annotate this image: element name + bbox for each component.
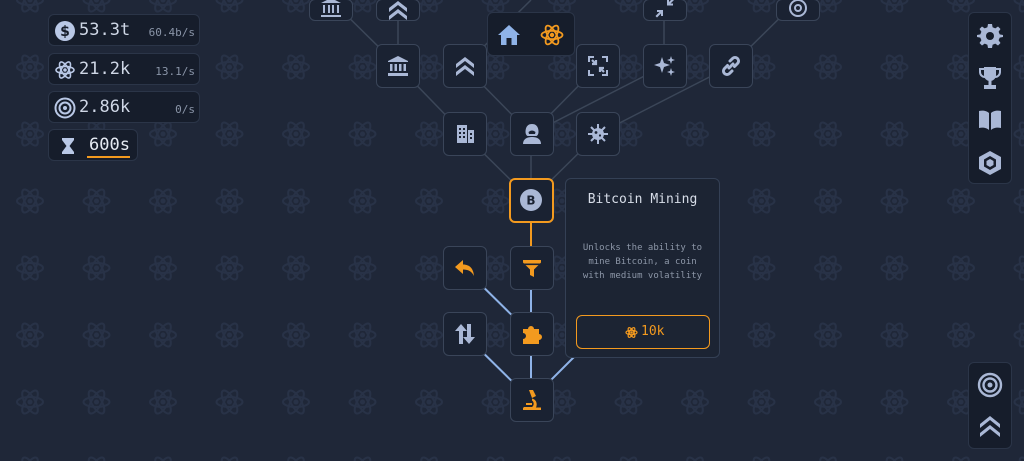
tree-node-upgrade-top[interactable]	[376, 0, 420, 21]
tree-node-shrink-top[interactable]	[643, 0, 687, 21]
bank-icon	[321, 0, 341, 17]
tree-node-virus[interactable]	[576, 112, 620, 156]
tooltip-description: Unlocks the ability to mine Bitcoin, a c…	[582, 243, 703, 281]
tree-node-upgrade[interactable]	[443, 44, 487, 88]
bitcoin-icon: B	[520, 189, 542, 211]
tree-node-compress[interactable]	[576, 44, 620, 88]
link-icon	[721, 55, 741, 77]
virus-icon	[588, 124, 608, 144]
target-circle-icon	[54, 97, 76, 119]
tree-node-puzzle[interactable]	[510, 312, 554, 356]
money-counter: $ 53.3t 60.4b/s	[48, 14, 200, 46]
chevrons-up-icon	[456, 57, 474, 76]
up-down-arrows-icon	[455, 324, 475, 344]
side-menu-bottom	[968, 362, 1012, 449]
atom-icon	[55, 61, 75, 79]
research-rate: 13.1/s	[155, 65, 195, 78]
tree-node-bank-top[interactable]	[309, 0, 353, 21]
sparkles-icon	[654, 56, 675, 76]
buy-upgrade-button[interactable]: 10k	[576, 315, 710, 349]
crosshair-icon	[789, 0, 807, 17]
compress-icon	[588, 56, 608, 76]
funnel-icon	[523, 260, 541, 277]
atom-icon	[625, 327, 638, 338]
money-rate: 60.4b/s	[148, 26, 195, 39]
tree-node-hacker[interactable]	[510, 112, 554, 156]
tooltip-title: Bitcoin Mining	[587, 192, 698, 207]
chevrons-up-icon	[389, 1, 407, 20]
microscope-icon	[523, 390, 541, 410]
research-value: 21.2k	[79, 59, 131, 79]
hourglass-icon	[62, 138, 74, 154]
tree-node-bank[interactable]	[376, 44, 420, 88]
settings-icon[interactable]	[977, 23, 1003, 49]
tree-node-transfer[interactable]	[443, 312, 487, 356]
shield-icon[interactable]	[977, 150, 1003, 176]
side-menu	[968, 12, 1012, 184]
upgrade-tooltip: Bitcoin Mining Unlocks the ability to mi…	[565, 178, 720, 358]
target-circle-icon[interactable]	[977, 372, 1003, 398]
svg-text:$: $	[60, 24, 70, 40]
trophy-icon[interactable]	[977, 65, 1003, 91]
upgrade-cost: 10k	[641, 324, 665, 339]
tree-node-building[interactable]	[443, 112, 487, 156]
puzzle-piece-icon	[523, 326, 542, 344]
chevrons-up-icon[interactable]	[977, 413, 1003, 439]
tree-node-reply[interactable]	[443, 246, 487, 290]
home-icon[interactable]	[496, 22, 522, 48]
building-icon	[457, 125, 474, 143]
prestige-counter: 2.86k 0/s	[48, 91, 200, 123]
atom-icon[interactable]	[539, 22, 565, 48]
money-value: 53.3t	[79, 20, 131, 40]
book-icon[interactable]	[977, 107, 1003, 133]
research-counter: 21.2k 13.1/s	[48, 53, 200, 85]
tree-node-funnel[interactable]	[510, 246, 554, 290]
tree-node-link[interactable]	[709, 44, 753, 88]
timer-counter: 600s	[48, 129, 138, 161]
reply-arrow-icon	[455, 260, 474, 276]
tree-node-bitcoin-mining[interactable]: B	[509, 178, 554, 223]
timer-progress-bar	[87, 156, 130, 158]
tree-node-microscope[interactable]	[510, 378, 554, 422]
timer-value: 600s	[89, 135, 130, 155]
tree-node-target-top[interactable]	[776, 0, 820, 21]
svg-text:B: B	[526, 194, 535, 208]
prestige-value: 2.86k	[79, 97, 131, 117]
dollar-coin-icon: $	[55, 21, 75, 41]
tree-tab-switcher	[487, 12, 575, 56]
tree-node-sparkles[interactable]	[643, 44, 687, 88]
hooded-figure-icon	[523, 124, 541, 144]
arrow-in-icon	[655, 0, 674, 18]
bank-icon	[388, 56, 408, 76]
prestige-rate: 0/s	[175, 103, 195, 116]
